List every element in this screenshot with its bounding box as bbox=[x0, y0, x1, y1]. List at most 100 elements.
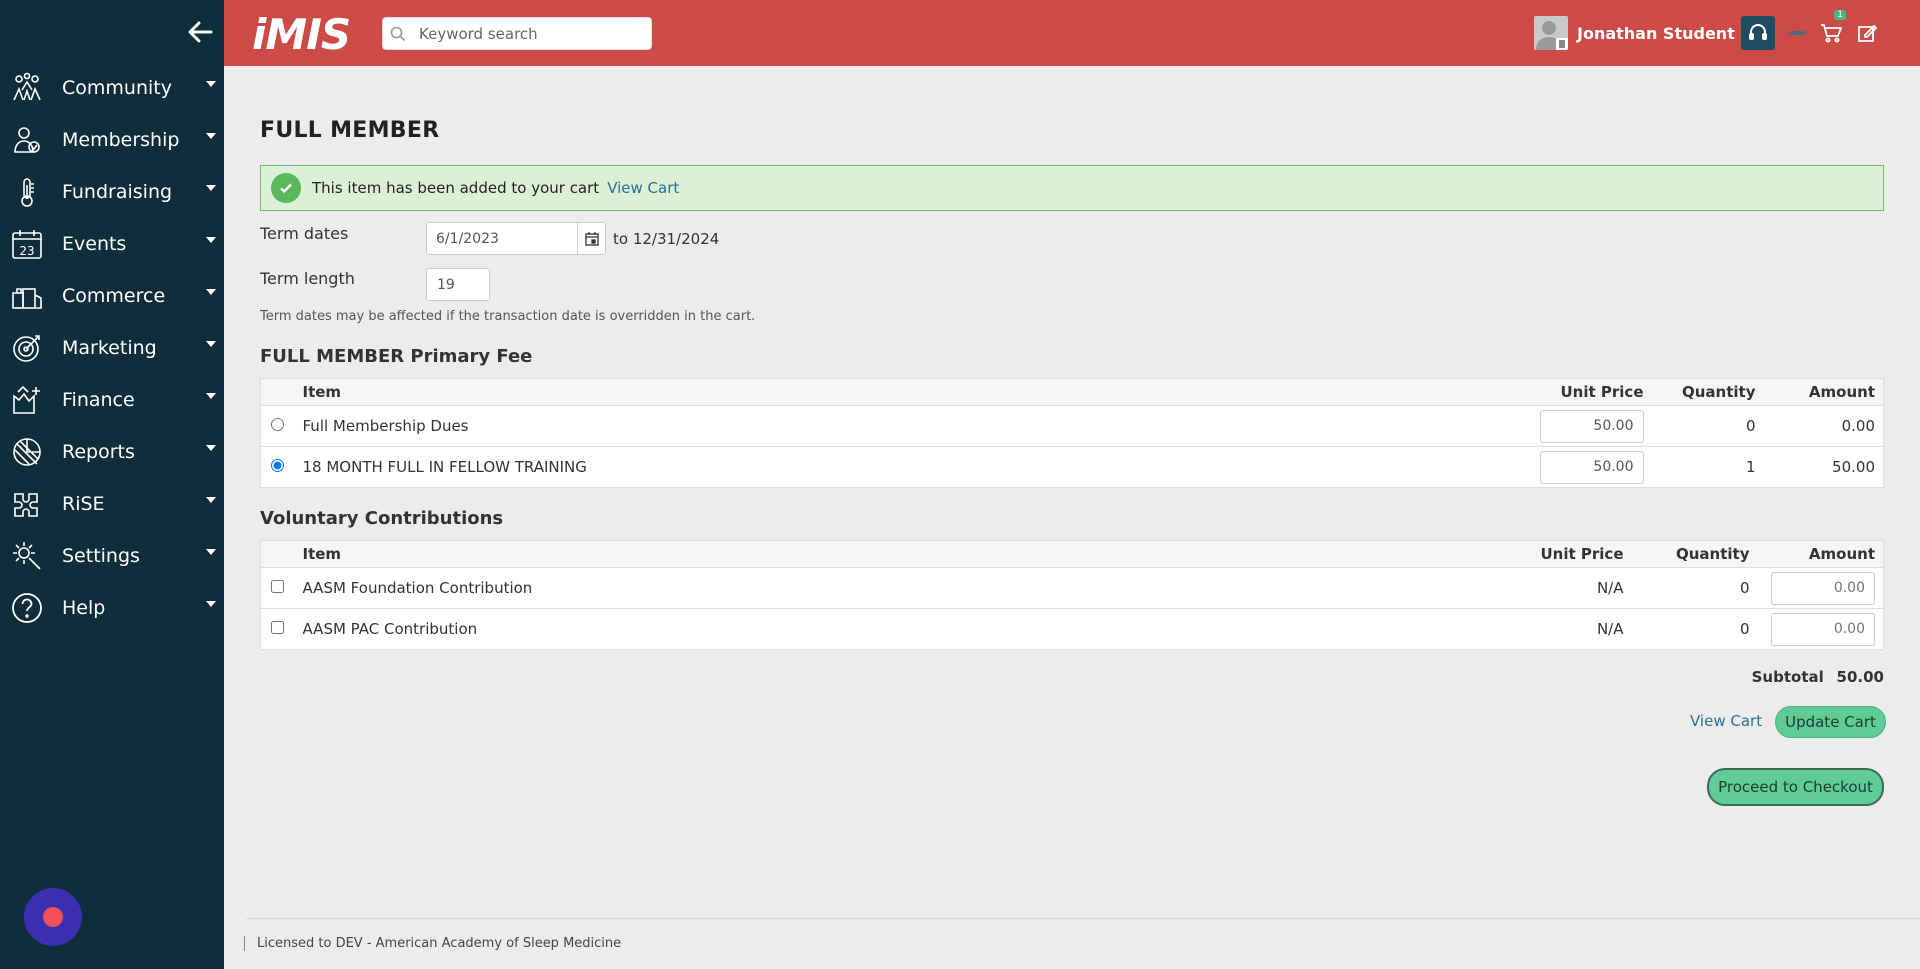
sidebar-item-marketing[interactable]: Marketing bbox=[0, 322, 224, 374]
support-button[interactable] bbox=[1741, 16, 1775, 50]
alert-message: This item has been added to your cart bbox=[312, 179, 600, 197]
quantity-cell: 0 bbox=[1631, 608, 1758, 650]
finance-icon bbox=[10, 383, 44, 417]
quantity-column-header: Quantity bbox=[1651, 378, 1764, 406]
cart-icon bbox=[1821, 24, 1842, 43]
sidebar-item-label: Help bbox=[62, 597, 106, 619]
page-title: FULL MEMBER bbox=[260, 118, 440, 143]
minimize-button[interactable] bbox=[1785, 16, 1809, 50]
chevron-down-icon bbox=[206, 237, 216, 243]
sidebar-item-settings[interactable]: Settings bbox=[0, 530, 224, 582]
user-menu[interactable]: Jonathan Student bbox=[1534, 16, 1753, 50]
term-start-date-input[interactable] bbox=[427, 223, 577, 254]
sidebar-item-label: Finance bbox=[62, 389, 135, 411]
quantity-column-header: Quantity bbox=[1631, 540, 1758, 568]
contribution-amount-input[interactable] bbox=[1771, 612, 1875, 646]
chevron-down-icon bbox=[206, 393, 216, 399]
chevron-down-icon bbox=[206, 341, 216, 347]
sidebar-item-finance[interactable]: Finance bbox=[0, 374, 224, 426]
sidebar-item-rise[interactable]: RiSE bbox=[0, 478, 224, 530]
membership-icon bbox=[10, 123, 44, 157]
events-icon: 23 bbox=[10, 227, 44, 261]
amount-cell bbox=[1757, 608, 1884, 650]
unit-price-column-header: Unit Price bbox=[1511, 378, 1652, 406]
sidebar-item-membership[interactable]: Membership bbox=[0, 114, 224, 166]
rise-icon bbox=[10, 487, 44, 521]
row-select-cell bbox=[260, 567, 295, 609]
subtotal-value: 50.00 bbox=[1836, 668, 1884, 686]
sidebar-item-label: Commerce bbox=[62, 285, 166, 307]
sidebar-item-community[interactable]: Community bbox=[0, 62, 224, 114]
search-input[interactable] bbox=[419, 24, 639, 43]
cart-count-badge: 1 bbox=[1834, 10, 1846, 20]
imis-logo[interactable]: iMIS bbox=[252, 10, 351, 59]
sidebar-item-label: Membership bbox=[62, 129, 180, 151]
chevron-down-icon bbox=[206, 81, 216, 87]
chevron-down-icon bbox=[206, 185, 216, 191]
sidebar-item-commerce[interactable]: Commerce bbox=[0, 270, 224, 322]
chat-dot-icon bbox=[43, 907, 63, 927]
term-start-date-picker bbox=[426, 222, 606, 255]
sidebar-menu: Community Membership Fundraising 23 Even… bbox=[0, 62, 224, 634]
chevron-down-icon bbox=[206, 549, 216, 555]
contribution-checkbox[interactable] bbox=[271, 621, 285, 634]
quantity-cell: 1 bbox=[1651, 446, 1764, 488]
term-length-input[interactable] bbox=[427, 269, 487, 300]
amount-cell bbox=[1757, 567, 1884, 609]
alert-view-cart-link[interactable]: View Cart bbox=[607, 179, 679, 197]
chevron-down-icon bbox=[206, 445, 216, 451]
amount-cell: 0.00 bbox=[1763, 405, 1884, 447]
sidebar-item-fundraising[interactable]: Fundraising bbox=[0, 166, 224, 218]
events-icon-number: 23 bbox=[19, 244, 34, 258]
table-header-row: Item Unit Price Quantity Amount bbox=[260, 540, 1884, 568]
amount-column-header: Amount bbox=[1757, 540, 1884, 568]
sidebar-item-reports[interactable]: Reports bbox=[0, 426, 224, 478]
main-content: FULL MEMBER This item has been added to … bbox=[224, 66, 1920, 969]
sidebar-item-label: Marketing bbox=[62, 337, 157, 359]
top-header: iMIS Jonathan Student 1 bbox=[224, 0, 1920, 66]
term-dates-label: Term dates bbox=[260, 224, 349, 243]
quantity-cell: 0 bbox=[1651, 405, 1764, 447]
sidebar-item-label: Events bbox=[62, 233, 127, 255]
edit-page-button[interactable] bbox=[1854, 16, 1880, 50]
view-cart-link[interactable]: View Cart bbox=[1690, 712, 1762, 730]
item-cell: AASM PAC Contribution bbox=[294, 608, 1512, 650]
item-cell: Full Membership Dues bbox=[294, 405, 1512, 447]
footer-license-text: Licensed to DEV - American Academy of Sl… bbox=[244, 936, 621, 951]
term-length-label: Term length bbox=[260, 269, 355, 288]
proceed-to-checkout-button[interactable]: Proceed to Checkout bbox=[1707, 768, 1884, 806]
arrow-left-icon bbox=[188, 21, 213, 43]
checkmark-icon bbox=[271, 173, 301, 203]
sidebar-item-label: Community bbox=[62, 77, 172, 99]
chevron-down-icon bbox=[206, 289, 216, 295]
fee-option-radio[interactable] bbox=[271, 459, 285, 472]
contribution-checkbox[interactable] bbox=[271, 580, 285, 593]
update-cart-button[interactable]: Update Cart bbox=[1775, 706, 1886, 738]
table-row: AASM Foundation Contribution N/A 0 bbox=[260, 567, 1884, 609]
chat-launcher-button[interactable] bbox=[24, 888, 82, 946]
sidebar-item-label: Settings bbox=[62, 545, 140, 567]
marketing-icon bbox=[10, 331, 44, 365]
unit-price-input[interactable] bbox=[1539, 409, 1644, 443]
sidebar: Community Membership Fundraising 23 Even… bbox=[0, 0, 224, 969]
contribution-amount-input[interactable] bbox=[1771, 571, 1875, 605]
row-select-cell bbox=[260, 608, 295, 650]
chevron-down-icon bbox=[206, 133, 216, 139]
unit-price-cell: N/A bbox=[1511, 608, 1632, 650]
select-column-header bbox=[260, 540, 295, 568]
sidebar-item-label: Fundraising bbox=[62, 181, 173, 203]
sidebar-item-events[interactable]: 23 Events bbox=[0, 218, 224, 270]
collapse-sidebar-button[interactable] bbox=[182, 16, 218, 48]
success-alert: This item has been added to your cart Vi… bbox=[260, 165, 1884, 211]
select-column-header bbox=[260, 378, 295, 406]
term-end-text: to 12/31/2024 bbox=[613, 230, 720, 248]
sidebar-item-help[interactable]: Help bbox=[0, 582, 224, 634]
footer-divider bbox=[246, 918, 1920, 919]
unit-price-input[interactable] bbox=[1539, 450, 1644, 484]
community-icon bbox=[10, 71, 44, 105]
fee-option-radio[interactable] bbox=[271, 418, 285, 431]
edit-icon bbox=[1858, 24, 1877, 42]
cart-button[interactable]: 1 bbox=[1818, 10, 1846, 50]
item-column-header: Item bbox=[294, 378, 1512, 406]
calendar-icon[interactable] bbox=[577, 223, 605, 254]
